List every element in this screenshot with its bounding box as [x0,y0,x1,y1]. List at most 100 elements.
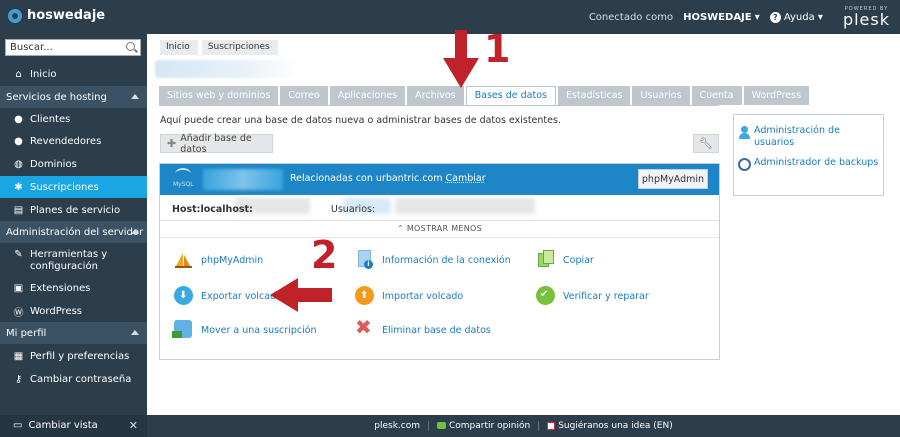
idea-icon [547,421,556,430]
change-domain-link[interactable]: Cambiar [446,173,486,184]
extensions-icon: ▣ [13,282,24,294]
sidebar-section-profile[interactable]: Mi perfil [0,322,147,344]
action-move-subscription[interactable]: Mover a una suscripción [172,320,317,340]
tab-statistics[interactable]: Estadísticas [557,86,631,105]
user-menu[interactable]: HOSWEDAJE ▾ [683,12,760,23]
footer-share-opinion[interactable]: Compartir opinión [437,421,530,431]
change-view-button[interactable]: ▭ Cambiar vista [13,420,98,431]
phpmyadmin-icon [174,250,194,270]
sidebar-item-wordpress[interactable]: Ⓦ WordPress [0,300,147,322]
search-input[interactable]: Buscar... [5,39,141,56]
backup-manager-link[interactable]: Administrador de backups [754,157,882,169]
show-less-toggle[interactable]: ⌃ MOSTRAR MENOS [160,224,719,233]
mysql-label: MySQL [173,181,194,188]
section-label: Mi perfil [6,327,47,339]
breadcrumb-home[interactable]: Inicio [160,40,198,55]
document-icon: ▤ [13,204,24,216]
download-icon: ⬇ [174,286,194,306]
brand-name: hoswedaje [27,8,106,23]
breadcrumb-subscriptions[interactable]: Suscripciones [201,40,278,55]
wrench-icon[interactable]: 🔧︎ [693,134,719,153]
sidebar-item-home[interactable]: ⌂ Inicio [0,63,147,85]
related-prefix: Relacionadas con urbantric.com [290,173,443,184]
collapse-icon [131,229,139,234]
change-view-label: Cambiar vista [28,420,98,431]
action-delete-database[interactable]: ✖ Eliminar base de datos [355,317,491,340]
action-phpmyadmin[interactable]: phpMyAdmin [174,250,263,270]
section-label: Servicios de hosting [6,91,107,103]
action-check-repair[interactable]: ✔ Verificar y reparar [536,286,649,306]
chevron-down-icon: ▾ [754,11,760,23]
users-icon: ● [14,135,23,147]
annotation-number-2: 2 [311,233,338,277]
phpmyadmin-button[interactable]: phpMyAdmin [638,169,708,189]
tab-websites-domains[interactable]: Sitios web y dominios [159,86,279,105]
sidebar-item-label: WordPress [30,305,83,317]
help-label: Ayuda [783,11,815,23]
sidebar: Buscar... ⌂ Inicio Servicios de hosting … [0,34,147,437]
users-label: Usuarios: [330,204,376,215]
divider [160,220,719,221]
sidebar-item-subscriptions[interactable]: ✱ Suscripciones [0,176,147,198]
sidebar-item-label: Suscripciones [30,181,99,193]
user-redacted-2 [395,198,535,214]
action-label: Mover a una suscripción [201,324,317,336]
tools-label-line1: Herramientas y [30,249,108,260]
gear-icon: ✱ [14,181,23,193]
footer-suggest-idea[interactable]: Sugiéranos una idea (EN) [547,421,673,431]
tab-wordpress[interactable]: WordPress [743,86,810,105]
user-admin-icon [738,126,751,139]
user-admin-link[interactable]: Administración de usuarios [754,125,882,149]
search-placeholder: Buscar... [10,42,53,53]
tab-bar: Sitios web y dominios Correo Aplicacione… [159,86,810,106]
tab-applications[interactable]: Aplicaciones [329,86,406,105]
tab-mail[interactable]: Correo [280,86,328,105]
annotation-arrow-left-icon [270,278,332,312]
related-domain-text: Relacionadas con urbantric.com Cambiar [290,173,486,184]
footer-divider [538,421,540,431]
help-menu[interactable]: ? Ayuda ▾ [769,11,823,23]
brand-logo[interactable]: hoswedaje [8,8,105,23]
side-panel: Administración de usuarios Administrador… [733,114,884,196]
sidebar-section-hosting[interactable]: Servicios de hosting [0,86,147,108]
sidebar-item-service-plans[interactable]: ▤ Planes de servicio [0,199,147,221]
move-icon [172,320,194,340]
wordpress-icon: Ⓦ [13,307,24,319]
database-info: Host:localhost: Usuarios: [172,204,375,215]
copy-icon [536,250,556,270]
host-label: Host:localhost: [172,204,253,215]
page-title-redacted [155,60,300,78]
sidebar-item-clients[interactable]: ● Clientes [0,108,147,130]
search-icon[interactable] [126,42,135,51]
action-import-dump[interactable]: ⬆ Importar volcado [355,286,463,306]
sidebar-item-label: Cambiar contraseña [30,373,132,385]
action-label: Importar volcado [382,290,464,302]
sidebar-section-server[interactable]: Administración del servidor [0,221,147,243]
database-card-header: MySQL Relacionadas con urbantric.com Cam… [160,164,719,195]
connected-as-label: Conectado como [588,11,674,23]
plesk-wordmark: plesk [842,9,890,29]
close-icon[interactable]: ✕ [129,419,138,432]
sidebar-item-extensions[interactable]: ▣ Extensiones [0,277,147,299]
sidebar-item-resellers[interactable]: ● Revendedores [0,130,147,152]
action-export-dump[interactable]: ⬇ Exportar volcado [174,286,282,306]
sidebar-item-label: Planes de servicio [30,204,121,216]
sidebar-item-domains[interactable]: ◍ Dominios [0,153,147,175]
action-copy[interactable]: Copiar [536,250,594,270]
username: HOSWEDAJE [683,11,752,23]
upload-icon: ⬆ [355,286,375,306]
action-connection-info[interactable]: i Información de la conexión [355,250,511,270]
tab-users[interactable]: Usuarios [632,86,690,105]
sidebar-item-tools[interactable]: ✎ Herramientas y configuración [0,245,147,275]
sidebar-item-profile[interactable]: ▦ Perfil y preferencias [0,345,147,367]
sidebar-item-label: Herramientas y configuración [30,249,107,273]
backup-icon [738,158,751,171]
annotation-number-1: 1 [484,27,511,71]
intro-text: Aquí puede crear una base de datos nueva… [160,115,561,126]
sidebar-item-change-password[interactable]: ⚷ Cambiar contraseña [0,368,147,390]
change-view-bar: ▭ Cambiar vista ✕ [0,415,147,437]
footer-plesk-link[interactable]: plesk.com [374,421,420,431]
add-database-button[interactable]: ✚ Añadir base de datos [160,133,273,155]
tab-account[interactable]: Cuenta [691,86,742,105]
sidebar-item-label: Dominios [30,158,77,170]
